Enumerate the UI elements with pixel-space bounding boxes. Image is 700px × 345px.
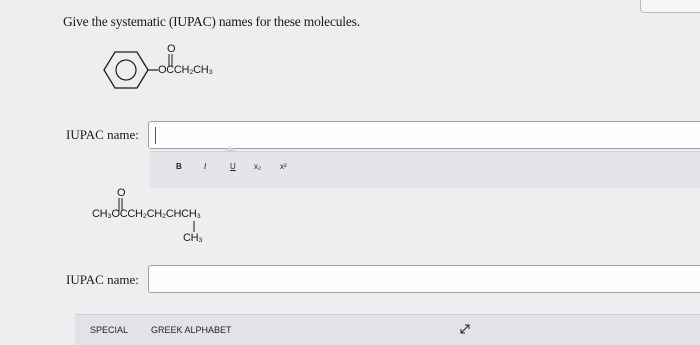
molecule-1-structure: O OCCH₂CH₃ bbox=[92, 40, 242, 100]
benzene-ring-icon bbox=[103, 51, 158, 89]
superscript-button[interactable]: x² bbox=[280, 162, 287, 171]
formatting-toolbar: B I U x₂ x² bbox=[150, 151, 700, 188]
iupac-name-input-1[interactable] bbox=[148, 121, 700, 149]
greek-alphabet-tab[interactable]: GREEK ALPHABET bbox=[151, 325, 232, 335]
molecule-2-branch: CH₃ bbox=[183, 232, 203, 244]
molecule-2-formula: CH₃OCCH₂CH₂CHCH₃ bbox=[92, 208, 201, 220]
molecule-2-structure: O CH₃OCCH₂CH₂CHCH₃ CH₃ bbox=[88, 184, 288, 248]
italic-button[interactable]: I bbox=[204, 162, 206, 171]
special-tab[interactable]: SPECIAL bbox=[90, 325, 128, 335]
text-cursor bbox=[155, 127, 156, 144]
subscript-button[interactable]: x₂ bbox=[254, 162, 261, 171]
underline-button[interactable]: U bbox=[230, 162, 236, 171]
molecule-1-formula: OCCH₂CH₃ bbox=[158, 64, 213, 76]
expand-icon[interactable] bbox=[459, 323, 471, 335]
iupac-name-label-2: IUPAC name: bbox=[66, 272, 139, 287]
top-right-panel bbox=[640, 0, 700, 13]
iupac-name-label-1: IUPAC name: bbox=[66, 127, 139, 142]
bold-button[interactable]: B bbox=[176, 162, 182, 171]
question-text: Give the systematic (IUPAC) names for th… bbox=[63, 14, 360, 29]
iupac-name-input-2[interactable] bbox=[148, 265, 700, 293]
symbol-palette-bar: SPECIAL GREEK ALPHABET bbox=[75, 314, 700, 345]
